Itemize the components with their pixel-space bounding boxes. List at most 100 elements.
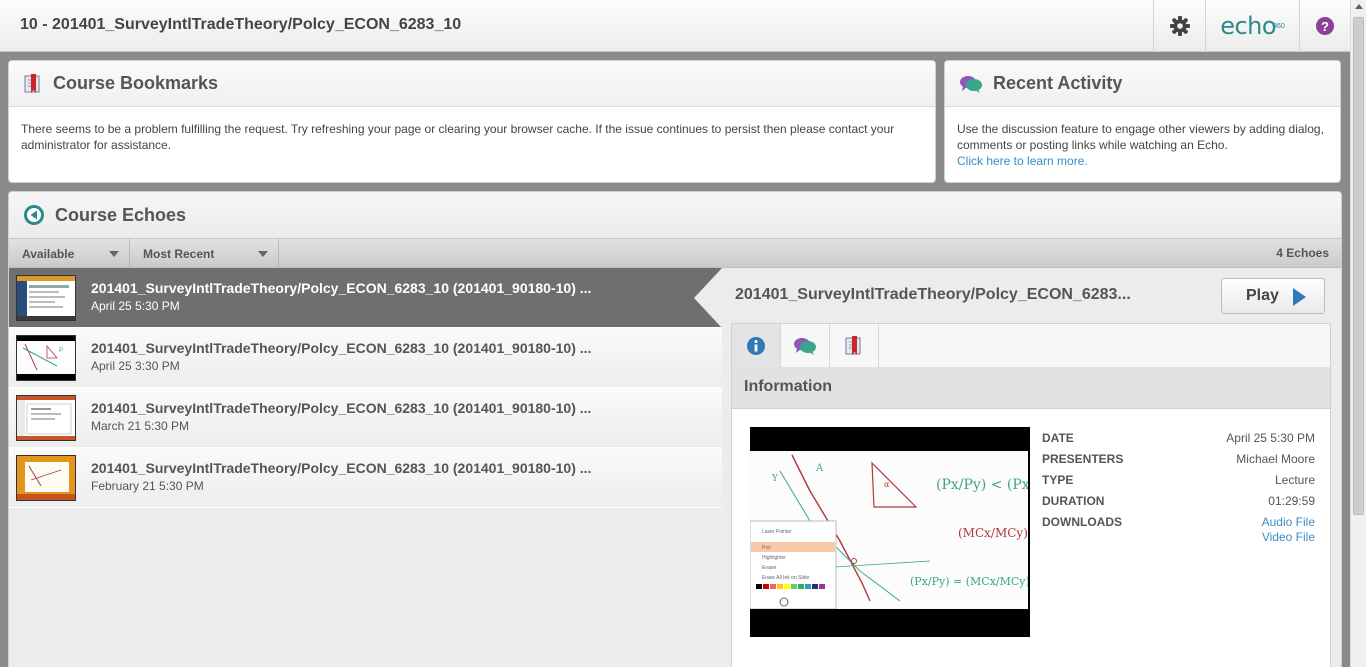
echo-detail-pane: 201401_SurveyIntlTradeTheory/Polcy_ECON_… xyxy=(694,268,1341,667)
tab-discussion[interactable] xyxy=(781,324,830,367)
tab-bookmarks[interactable] xyxy=(830,324,879,367)
meta-type: TYPE Lecture xyxy=(1042,473,1315,494)
bookmarks-header: Course Bookmarks xyxy=(9,61,935,107)
course-echoes-panel: Course Echoes Available Most Recent 4 Ec… xyxy=(8,191,1342,667)
echo-list-item[interactable]: P 201401_SurveyIntlTradeTheory/Polcy_ECO… xyxy=(9,328,722,388)
echo-list-item[interactable]: 201401_SurveyIntlTradeTheory/Polcy_ECON_… xyxy=(9,268,722,328)
svg-text:α: α xyxy=(884,480,890,489)
sort-filter[interactable]: Most Recent xyxy=(130,239,279,268)
logo-superscript: 360 xyxy=(1273,22,1285,30)
echo-date: April 25 3:30 PM xyxy=(91,359,180,373)
bookmarks-message: There seems to be a problem fulfilling t… xyxy=(21,122,895,152)
settings-button[interactable] xyxy=(1153,0,1205,52)
meta-value: Lecture xyxy=(1274,473,1315,487)
page-scrollbar[interactable] xyxy=(1350,0,1366,667)
recent-activity-body: Use the discussion feature to engage oth… xyxy=(945,107,1340,182)
echo-detail-title: 201401_SurveyIntlTradeTheory/Polcy_ECON_… xyxy=(735,286,1131,303)
svg-text:P: P xyxy=(59,348,63,354)
gear-icon xyxy=(1169,16,1190,36)
echo-date: March 21 5:30 PM xyxy=(91,419,190,433)
svg-text:A: A xyxy=(815,463,824,474)
bookmark-icon xyxy=(24,73,40,93)
echo-title: 201401_SurveyIntlTradeTheory/Polcy_ECON_… xyxy=(91,340,592,356)
meta-presenters: PRESENTERS Michael Moore xyxy=(1042,452,1315,473)
bookmarks-title: Course Bookmarks xyxy=(53,73,219,93)
meta-key: DURATION xyxy=(1042,494,1105,508)
echo-title: 201401_SurveyIntlTradeTheory/Polcy_ECON_… xyxy=(91,400,592,416)
meta-downloads-video: Video File xyxy=(1042,530,1315,551)
video-file-link[interactable]: Video File xyxy=(1262,530,1315,544)
echo-title: 201401_SurveyIntlTradeTheory/Polcy_ECON_… xyxy=(91,280,592,296)
meta-key: DOWNLOADS xyxy=(1042,515,1122,529)
meta-value: April 25 5:30 PM xyxy=(1226,431,1315,445)
info-icon xyxy=(747,336,765,355)
svg-text:(MCx/MCy) = (Px/Py): (MCx/MCy) = (Px/Py) xyxy=(958,526,1028,540)
discussion-icon xyxy=(960,75,982,93)
echo-thumbnail xyxy=(16,275,76,321)
information-heading: Information xyxy=(731,367,1331,409)
preview-menu-item: Pen xyxy=(762,545,771,551)
bookmarks-panel: Course Bookmarks There seems to be a pro… xyxy=(8,60,936,183)
echo-count: 4 Echoes xyxy=(1276,246,1329,260)
recent-activity-header: Recent Activity xyxy=(945,61,1340,107)
echo-title: 201401_SurveyIntlTradeTheory/Polcy_ECON_… xyxy=(91,460,592,476)
course-title: 10 - 201401_SurveyIntlTradeTheory/Polcy_… xyxy=(20,16,462,33)
svg-text:(Px/Py) = (MCx/MCy): (Px/Py) = (MCx/MCy) xyxy=(910,575,1028,588)
svg-text:(Px/Py) < (Px/Py): (Px/Py) < (Px/Py) xyxy=(936,477,1028,493)
svg-text:Y: Y xyxy=(771,474,779,484)
course-echoes-header: Course Echoes xyxy=(9,192,1341,238)
top-bar: 10 - 201401_SurveyIntlTradeTheory/Polcy_… xyxy=(0,0,1350,52)
audio-file-link[interactable]: Audio File xyxy=(1262,515,1315,529)
bookmark-icon xyxy=(845,335,861,355)
help-icon: ? xyxy=(1316,17,1334,35)
meta-date: DATE April 25 5:30 PM xyxy=(1042,431,1315,452)
availability-filter-label: Available xyxy=(22,246,75,261)
preview-menu-item: Erase All Ink on Slide xyxy=(762,575,809,581)
meta-key: PRESENTERS xyxy=(1042,452,1124,466)
scroll-up-icon[interactable] xyxy=(1355,4,1363,9)
echo-preview-image[interactable]: A Y α (Px/Py) < (Px/Py) (MCx/MCy) = (Px/… xyxy=(749,427,1089,637)
echo-thumbnail: P xyxy=(16,335,76,381)
recent-activity-panel: Recent Activity Use the discussion featu… xyxy=(944,60,1341,183)
preview-menu-item: Eraser xyxy=(762,565,777,571)
echo-list: 201401_SurveyIntlTradeTheory/Polcy_ECON_… xyxy=(9,268,722,508)
course-echoes-title: Course Echoes xyxy=(55,204,187,225)
echo-list-item[interactable]: 201401_SurveyIntlTradeTheory/Polcy_ECON_… xyxy=(9,388,722,448)
recent-activity-message: Use the discussion feature to engage oth… xyxy=(957,122,1324,152)
detail-tabs xyxy=(731,323,1331,367)
learn-more-link[interactable]: Click here to learn more. xyxy=(957,154,1088,168)
meta-key: DATE xyxy=(1042,431,1074,445)
chevron-down-icon xyxy=(258,251,268,257)
recent-activity-title: Recent Activity xyxy=(993,73,1123,93)
meta-value: 01:29:59 xyxy=(1268,494,1315,508)
echo360-logo[interactable]: echo 360 xyxy=(1205,0,1299,52)
chevron-down-icon xyxy=(109,251,119,257)
tab-information[interactable] xyxy=(732,324,781,367)
meta-value: Michael Moore xyxy=(1236,452,1315,466)
availability-filter[interactable]: Available xyxy=(9,239,130,268)
echo-date: February 21 5:30 PM xyxy=(91,479,204,493)
filter-bar: Available Most Recent 4 Echoes xyxy=(9,238,1341,268)
echo-thumbnail xyxy=(16,455,76,501)
echo-date: April 25 5:30 PM xyxy=(91,299,180,313)
echo-back-icon xyxy=(24,205,44,225)
play-label: Play xyxy=(1246,287,1279,304)
preview-menu-item: Highlighter xyxy=(762,555,786,561)
play-icon xyxy=(1293,288,1306,306)
echo-list-item[interactable]: 201401_SurveyIntlTradeTheory/Polcy_ECON_… xyxy=(9,448,722,508)
scrollbar-thumb[interactable] xyxy=(1353,17,1364,515)
help-button[interactable]: ? xyxy=(1299,0,1350,52)
meta-downloads: DOWNLOADS Audio File xyxy=(1042,515,1315,530)
logo-text: echo xyxy=(1220,12,1277,40)
selection-pointer xyxy=(694,268,722,328)
whiteboard-slide: A Y α (Px/Py) < (Px/Py) (MCx/MCy) = (Px/… xyxy=(749,451,1089,610)
preview-menu-item: Laser Pointer xyxy=(762,529,792,535)
information-body: A Y α (Px/Py) < (Px/Py) (MCx/MCy) = (Px/… xyxy=(731,409,1331,667)
echo-metadata: DATE April 25 5:30 PM PRESENTERS Michael… xyxy=(1042,431,1315,551)
meta-key: TYPE xyxy=(1042,473,1074,487)
sort-filter-label: Most Recent xyxy=(143,246,215,261)
discussion-icon xyxy=(794,337,816,355)
echo-thumbnail xyxy=(16,395,76,441)
meta-duration: DURATION 01:29:59 xyxy=(1042,494,1315,515)
play-button[interactable]: Play xyxy=(1221,278,1325,314)
